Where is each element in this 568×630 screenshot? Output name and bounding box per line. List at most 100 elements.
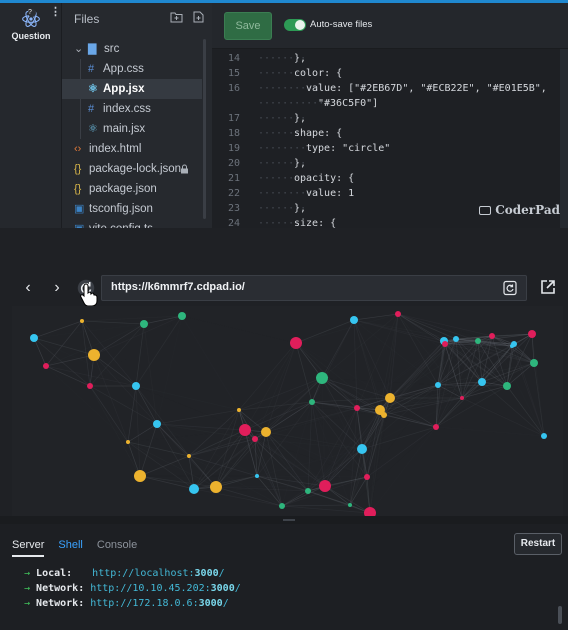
particle-link — [265, 342, 297, 433]
particle — [435, 382, 441, 388]
file-name: tsconfig.json — [89, 203, 153, 215]
terminal-port[interactable]: 3000 — [211, 583, 235, 594]
particle-link — [128, 430, 245, 442]
file-name: App.jsx — [103, 83, 145, 95]
files-scrollbar[interactable] — [203, 39, 206, 219]
particle — [364, 507, 376, 516]
file-tree-item[interactable]: {} package.json — [62, 179, 202, 199]
code-text: }, — [294, 53, 307, 64]
chevron-down-icon[interactable]: ⌄ — [74, 39, 83, 59]
particle-link — [188, 429, 246, 457]
tab-server[interactable]: Server — [12, 539, 45, 557]
files-panel: Files ⌄ ▇ src # App.css ⚛ App.jsx # index.css ⚛ ma… — [62, 3, 212, 228]
lock-icon — [181, 164, 188, 174]
new-file-icon[interactable] — [193, 11, 204, 23]
code-text: }, — [294, 203, 307, 214]
save-button[interactable]: Save — [224, 12, 272, 40]
file-tree-item[interactable]: ‹› index.html — [62, 139, 202, 159]
more-options-icon[interactable]: ⋮ — [50, 7, 61, 18]
tab-console[interactable]: Console — [97, 539, 137, 557]
particle — [134, 470, 146, 482]
terminal-url[interactable]: / — [219, 568, 225, 579]
line-number: 19 — [227, 143, 240, 154]
particle — [189, 484, 199, 494]
ts-file-icon: ▣ — [74, 219, 84, 228]
css-file-icon: # — [88, 63, 95, 75]
particle — [478, 378, 486, 386]
file-tree-item[interactable]: ⚛ main.jsx — [62, 119, 202, 139]
code-text: size: { — [294, 218, 337, 228]
particle-link — [45, 365, 91, 387]
terminal-url[interactable]: http://localhost: — [92, 568, 194, 579]
code-editor[interactable]: Save Auto-save files 14 ········}, 15 ·····… — [212, 3, 568, 228]
resize-handle[interactable] — [0, 516, 568, 524]
particle-link — [379, 409, 437, 428]
reload-page-icon[interactable] — [502, 280, 518, 296]
file-tree-item[interactable]: # App.css — [62, 59, 202, 79]
file-tree-item[interactable]: {} package-lock.json — [62, 159, 202, 179]
particle-link — [353, 319, 358, 409]
editor-toolbar: Save Auto-save files — [212, 3, 568, 49]
particle — [319, 480, 331, 492]
editor-scrollbar[interactable] — [560, 49, 568, 228]
autosave-toggle[interactable] — [284, 19, 306, 31]
arrow-icon: → — [24, 568, 37, 579]
particle — [43, 363, 49, 369]
folder-open-file-icon: ▇ — [88, 43, 97, 55]
file-tree-item[interactable]: ⌄ ▇ src — [62, 39, 202, 59]
browser-preview[interactable] — [12, 306, 563, 516]
terminal-scrollbar[interactable] — [558, 606, 562, 624]
particle — [541, 433, 547, 439]
new-folder-icon[interactable] — [170, 11, 183, 23]
particle-link — [81, 320, 145, 325]
open-external-icon[interactable] — [540, 279, 556, 295]
line-number: 23 — [227, 203, 240, 214]
particle-network — [30, 311, 547, 516]
code-text: "#36C5F0"] — [318, 98, 379, 109]
file-tree-item[interactable]: ▣ vite.config.ts — [62, 219, 202, 228]
particle — [239, 424, 251, 436]
terminal-port[interactable]: 3000 — [199, 598, 223, 609]
back-button[interactable]: ‹ — [18, 278, 38, 298]
arrow-icon: → — [24, 583, 37, 594]
terminal-output[interactable]: → Local: http://localhost:3000/→ Network… — [24, 566, 241, 611]
particle-link — [353, 319, 385, 416]
html-file-icon: ‹› — [74, 143, 82, 155]
line-number: 21 — [227, 173, 240, 184]
terminal-port[interactable]: 3000 — [195, 568, 219, 579]
particle — [460, 396, 464, 400]
file-tree: ⌄ ▇ src # App.css ⚛ App.jsx # index.css ⚛ main.jsx… — [62, 39, 202, 228]
code-line: 17 ········}, — [212, 111, 568, 126]
url-text[interactable]: https://k6mmrf7.cdpad.io/ — [111, 281, 245, 293]
particle — [279, 503, 285, 509]
terminal-line: → Local: http://localhost:3000/ — [24, 566, 241, 581]
particle-link — [349, 476, 368, 506]
particle — [348, 503, 352, 507]
terminal-url[interactable]: / — [223, 598, 229, 609]
tab-shell[interactable]: Shell — [58, 539, 82, 557]
particle — [395, 311, 401, 317]
terminal-sp — [72, 566, 92, 581]
file-tree-item[interactable]: ▣ tsconfig.json — [62, 199, 202, 219]
code-text: shape: { — [294, 128, 343, 139]
terminal-url[interactable]: / — [235, 583, 241, 594]
forward-button[interactable]: › — [47, 278, 67, 298]
resize-grip-icon — [283, 519, 295, 521]
particle — [237, 408, 241, 412]
particle — [503, 382, 511, 390]
files-title: Files — [74, 12, 100, 26]
particle — [309, 399, 315, 405]
file-tree-item[interactable]: ⚛ App.jsx — [62, 79, 202, 99]
line-number: 14 — [227, 53, 240, 64]
particle-link — [353, 313, 399, 321]
restart-button[interactable]: Restart — [514, 533, 562, 555]
terminal-url[interactable]: http://10.10.45.202: — [90, 583, 210, 594]
file-tree-item[interactable]: # index.css — [62, 99, 202, 119]
url-bar[interactable]: https://k6mmrf7.cdpad.io/ — [101, 275, 527, 301]
particle — [153, 420, 161, 428]
code-line: 16 ·········· value: ["#2EB67D", "#ECB22E"… — [212, 81, 568, 96]
terminal-url[interactable]: http://172.18.0.6: — [90, 598, 198, 609]
file-name: package.json — [89, 183, 157, 195]
particle — [305, 488, 311, 494]
ts-file-icon: ▣ — [74, 203, 85, 215]
